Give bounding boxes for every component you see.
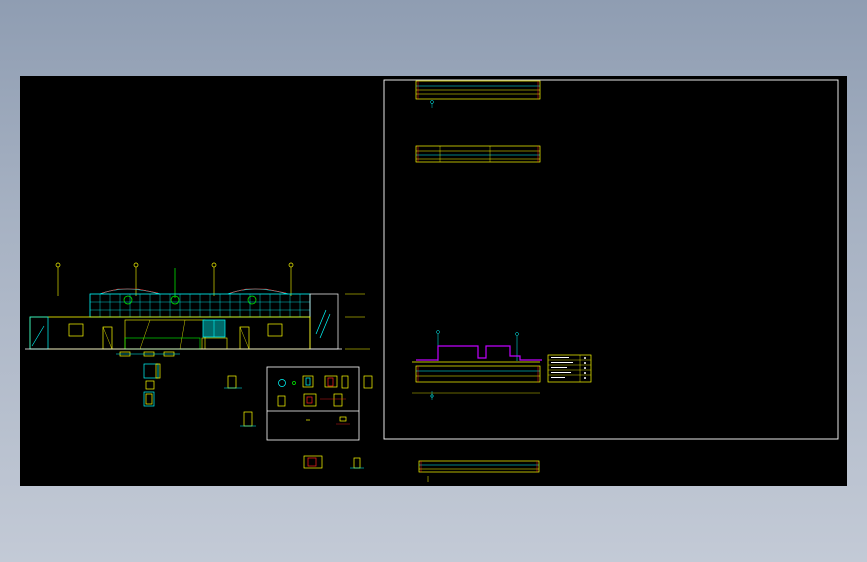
cad-drawing-canvas[interactable]: [20, 76, 847, 486]
grid-axis-bubble: [55, 262, 61, 268]
side-tower: [309, 293, 339, 350]
building-elevation: [25, 262, 370, 350]
cad-drawing: [25, 79, 839, 482]
grid-axis-bubble: [288, 262, 294, 268]
grid-axis-markers: [55, 262, 294, 298]
legend-table: [547, 354, 592, 383]
storefront-glazing: [124, 319, 206, 350]
window: [68, 323, 84, 337]
grid-axis-bubble: [133, 262, 139, 268]
facade-ornament: [123, 295, 133, 305]
magenta-profile: [416, 345, 542, 361]
grid-axis-bubble: [211, 262, 217, 268]
facade-ornament: [247, 295, 257, 305]
section-strip: [415, 80, 541, 108]
window: [267, 323, 283, 337]
section-detail: [412, 330, 542, 400]
layout-frame: [383, 79, 839, 440]
detail-blocks: [116, 351, 373, 469]
section-strip: [418, 460, 540, 482]
section-strip: [415, 145, 541, 163]
detail-sheet: [266, 366, 360, 441]
